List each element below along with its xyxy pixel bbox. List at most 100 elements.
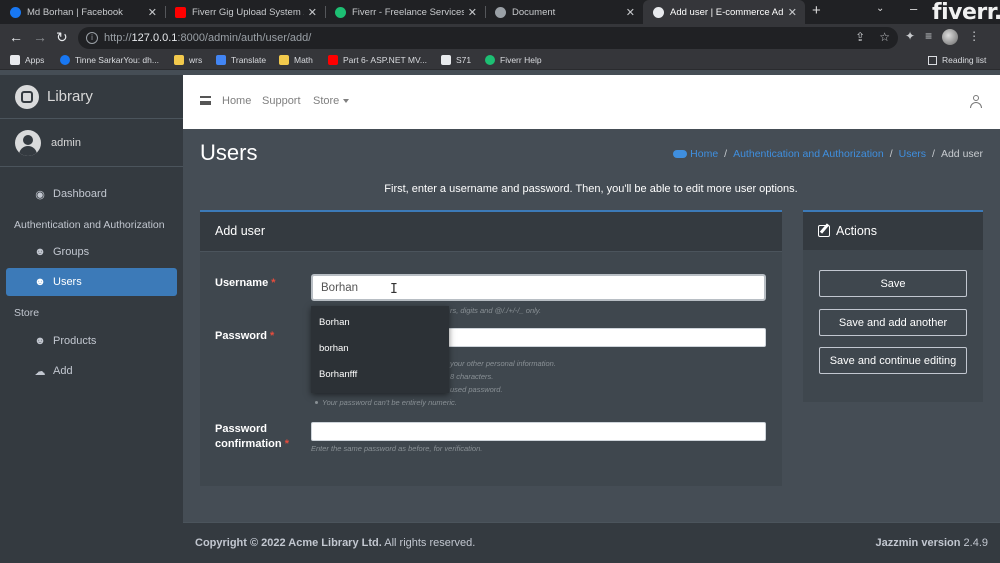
caret-down-icon: [343, 99, 350, 104]
bookmark-apps[interactable]: Apps: [10, 55, 44, 65]
close-icon[interactable]: ✕: [626, 6, 635, 19]
tab-title: Add user | E-commerce Adm...: [670, 6, 784, 18]
tachometer-icon: [673, 150, 688, 159]
browser-tab-fiverr-gig[interactable]: Fiverr Gig Upload System 20... ✕: [165, 0, 325, 24]
translate-icon: [216, 55, 226, 65]
sidebar-item-users[interactable]: ☻ Users: [6, 268, 177, 296]
facebook-icon: [60, 55, 70, 65]
tab-title: Document: [512, 6, 556, 18]
sidebar-item-dashboard[interactable]: ◉ Dashboard: [6, 180, 177, 208]
page-title: Users: [200, 140, 258, 165]
star-icon[interactable]: ☆: [879, 30, 890, 44]
folder-icon: [279, 55, 289, 65]
close-icon[interactable]: ✕: [308, 6, 317, 19]
bookmark-fiverr-help[interactable]: Fiverr Help: [485, 55, 542, 65]
breadcrumb-separator: /: [932, 148, 935, 160]
forward-icon[interactable]: →: [33, 29, 47, 45]
minimize-icon[interactable]: –: [910, 1, 917, 16]
breadcrumb-home[interactable]: Home: [673, 148, 718, 160]
breadcrumb-auth[interactable]: Authentication and Authorization: [733, 148, 884, 160]
globe-icon: [495, 6, 506, 18]
footer-copyright: Copyright © 2022 Acme Library Ltd. All r…: [195, 537, 476, 549]
username-input[interactable]: [311, 274, 766, 301]
info-icon[interactable]: i: [86, 32, 98, 44]
autocomplete-option[interactable]: Borhan: [319, 317, 350, 328]
save-and-add-another-button[interactable]: Save and add another: [819, 309, 967, 336]
extensions-icon[interactable]: ✦: [905, 29, 915, 45]
bookmark-tinne[interactable]: Tinne SarkarYou: dh...: [60, 55, 159, 65]
breadcrumb: Home / Authentication and Authorization …: [673, 148, 983, 160]
media-icon[interactable]: ≡: [925, 29, 932, 45]
url-path: :8000/admin/auth/user/add/: [177, 32, 312, 44]
breadcrumb-separator: /: [889, 148, 893, 160]
actions-card: Actions Save Save and add another Save a…: [803, 210, 983, 402]
brand-text: Library: [47, 88, 93, 105]
sidebar: Library admin ◉ Dashboard Authentication…: [0, 75, 183, 563]
back-icon[interactable]: ←: [9, 29, 23, 45]
brand-link[interactable]: Library: [0, 75, 183, 119]
browser-tab-document[interactable]: Document ✕: [485, 0, 643, 24]
close-icon[interactable]: ✕: [788, 6, 797, 19]
autocomplete-option[interactable]: Borhanfff: [319, 369, 357, 380]
profile-avatar[interactable]: [942, 29, 959, 45]
save-and-continue-editing-button[interactable]: Save and continue editing: [819, 347, 967, 374]
nav-link-support[interactable]: Support: [262, 95, 301, 107]
password-help-line: used password.: [450, 385, 503, 394]
sidebar-header-store: Store: [14, 307, 40, 319]
card-title: Add user: [200, 212, 782, 252]
edit-icon: [818, 225, 830, 237]
browser-tab-fiverr[interactable]: Fiverr - Freelance Services M... ✕: [325, 0, 485, 24]
bookmark-translate[interactable]: Translate: [216, 55, 266, 65]
bookmark-s71[interactable]: S71: [441, 55, 471, 65]
youtube-icon: [175, 6, 186, 18]
fiverr-icon: [335, 6, 346, 18]
browser-tab-add-user[interactable]: Add user | E-commerce Adm... ✕: [643, 0, 805, 24]
bookmark-math[interactable]: Math: [279, 55, 313, 65]
users-icon: ☻: [34, 246, 46, 258]
sidebar-item-groups[interactable]: ☻ Groups: [6, 238, 177, 266]
footer: Copyright © 2022 Acme Library Ltd. All r…: [183, 522, 1000, 563]
password-label: Password *: [215, 330, 275, 342]
save-button[interactable]: Save: [819, 270, 967, 297]
bookmark-page-icon: [441, 55, 451, 65]
password-confirmation-input[interactable]: [311, 422, 766, 441]
new-tab-button[interactable]: +: [812, 2, 821, 19]
fiverr-watermark: fiverr.: [932, 0, 1000, 25]
add-user-card: Add user Username * I rs, digits and @/.…: [200, 210, 782, 486]
tab-search-icon[interactable]: ⌄: [876, 3, 884, 14]
browser-tab-facebook[interactable]: Md Borhan | Facebook ✕: [0, 0, 165, 24]
nav-link-home[interactable]: Home: [222, 95, 251, 107]
youtube-icon: [328, 55, 338, 65]
sidebar-item-products[interactable]: ☻ Products: [6, 327, 177, 355]
nav-dropdown-store[interactable]: Store: [313, 95, 350, 107]
breadcrumb-users[interactable]: Users: [899, 148, 926, 160]
address-bar[interactable]: i http://127.0.0.1:8000/admin/auth/user/…: [78, 27, 898, 49]
user-name: admin: [51, 136, 81, 149]
library-logo-icon: [15, 84, 39, 109]
user-menu-icon[interactable]: [970, 95, 982, 108]
intro-text: First, enter a username and password. Th…: [384, 183, 798, 195]
menu-icon[interactable]: ⋮: [968, 29, 980, 45]
hamburger-menu-icon[interactable]: [200, 96, 211, 105]
reading-list[interactable]: Reading list: [928, 55, 986, 65]
site-logo-icon: [653, 6, 664, 18]
username-autocomplete-dropdown: Borhan borhan Borhanfff: [311, 306, 449, 393]
apps-grid-icon: [10, 55, 20, 65]
bookmark-wrs[interactable]: wrs: [174, 55, 202, 65]
reload-icon[interactable]: ↻: [56, 29, 68, 46]
close-icon[interactable]: ✕: [148, 6, 157, 19]
breadcrumb-current: Add user: [940, 148, 983, 160]
folder-icon: [174, 55, 184, 65]
reading-list-icon: [928, 55, 937, 65]
tab-title: Md Borhan | Facebook: [27, 6, 123, 18]
top-navbar: Home Support Store: [183, 75, 1000, 129]
comments-icon: ☁: [34, 366, 46, 378]
sidebar-item-add[interactable]: ☁ Add: [6, 357, 177, 385]
close-icon[interactable]: ✕: [468, 6, 477, 19]
user-panel[interactable]: admin: [0, 119, 183, 167]
username-help: rs, digits and @/./+/-/_ only.: [450, 306, 542, 315]
autocomplete-option[interactable]: borhan: [319, 343, 349, 354]
tab-title: Fiverr - Freelance Services M...: [352, 6, 464, 18]
bookmark-aspnet[interactable]: Part 6- ASP.NET MV...: [328, 55, 427, 65]
share-icon[interactable]: ⇪: [855, 30, 865, 44]
